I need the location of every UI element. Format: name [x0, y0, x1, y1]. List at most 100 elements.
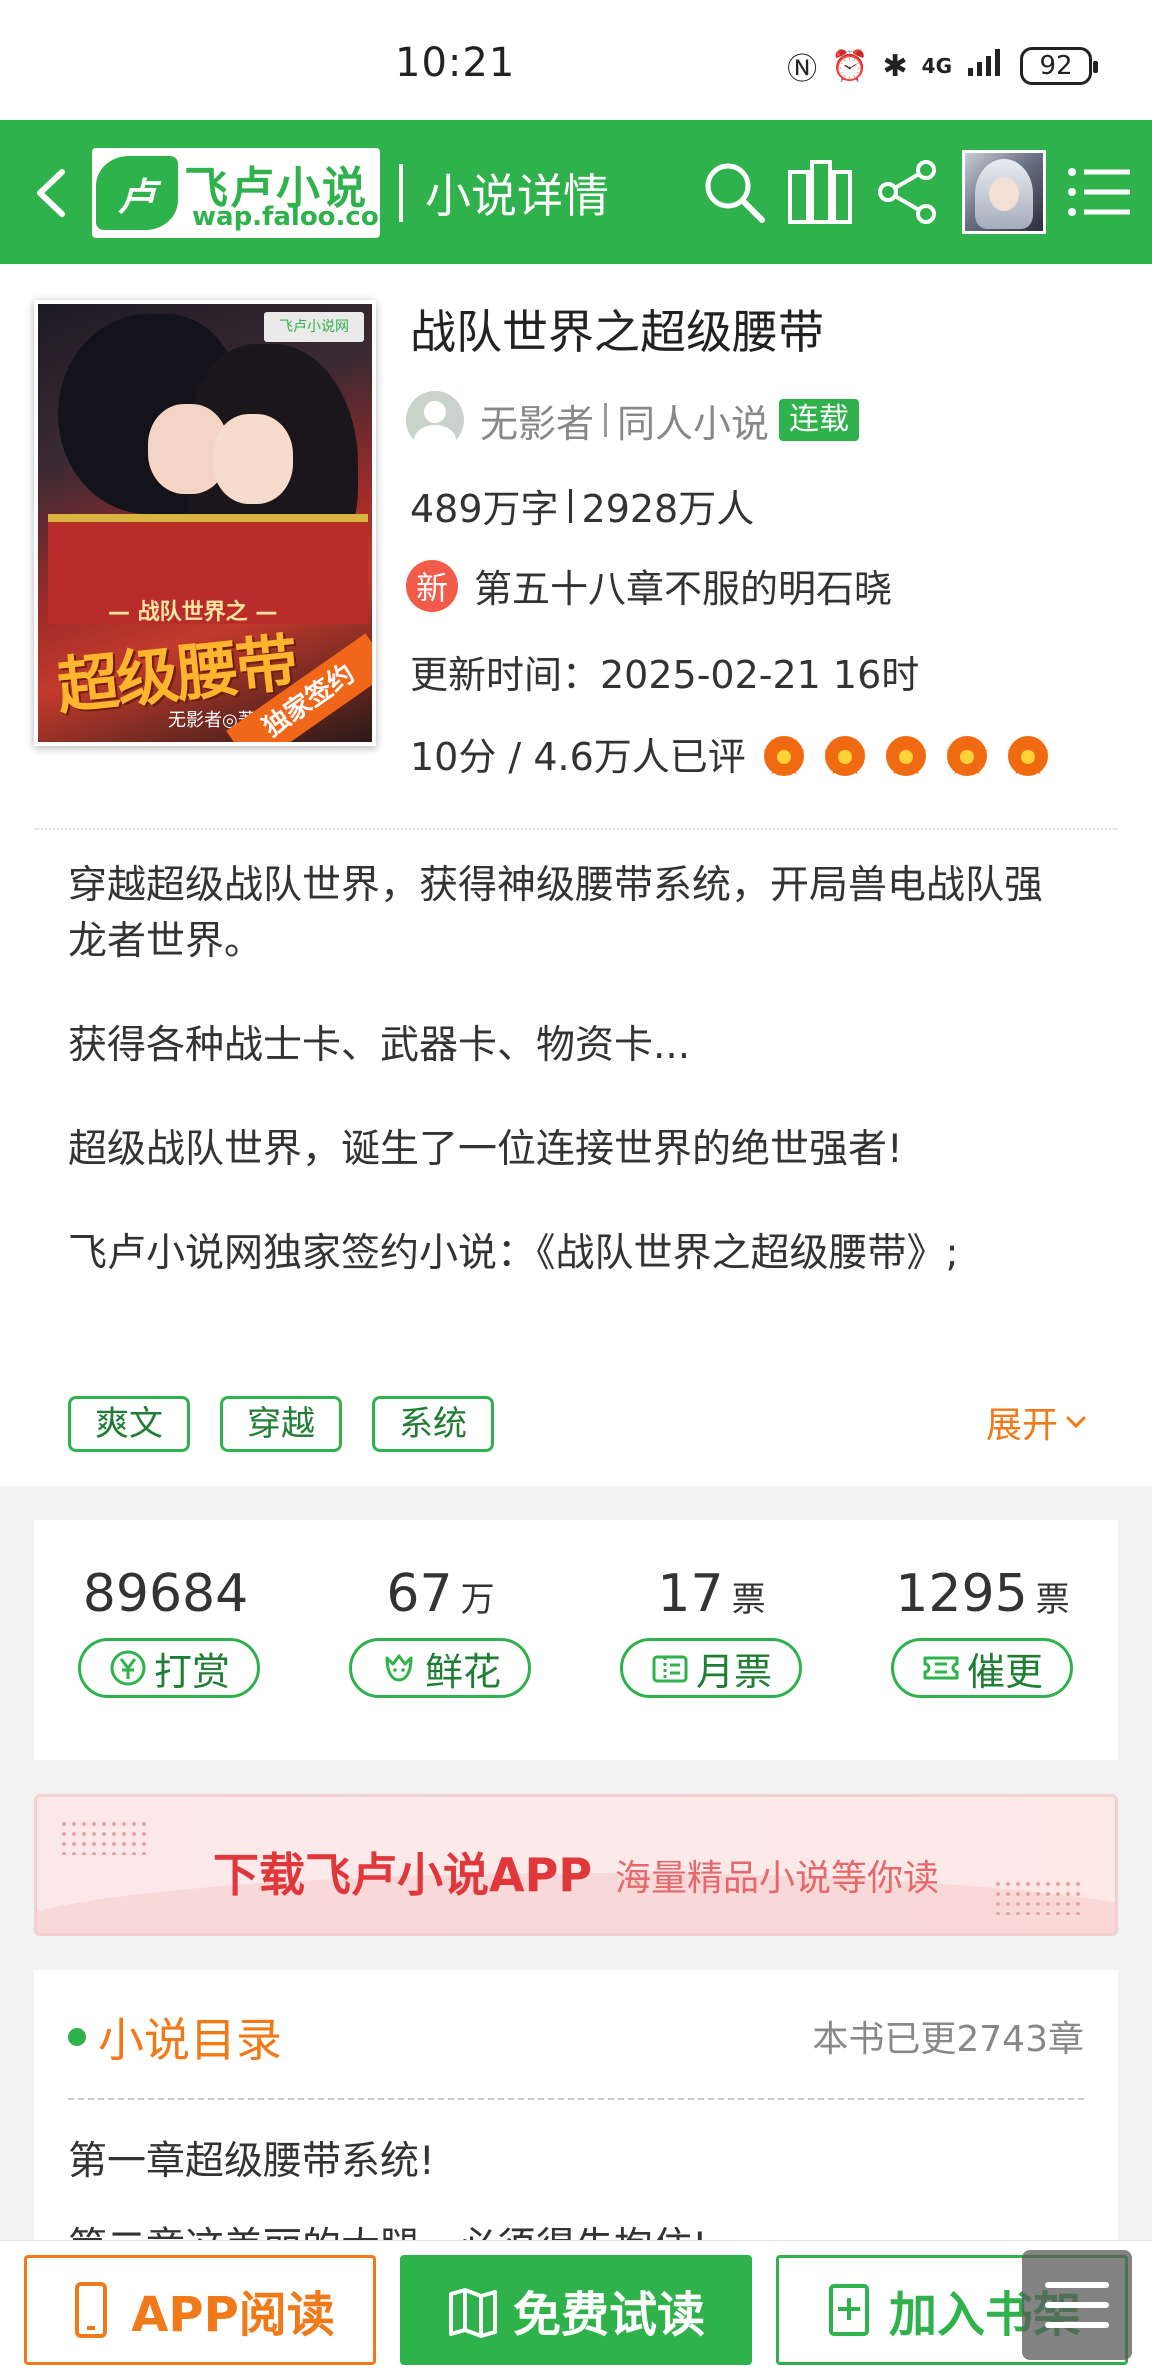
book-cover[interactable]: 飞卢小说网 — 战队世界之 — 超级腰带 无影者◎著 独家签约 [34, 300, 376, 746]
page-title: 小说详情 [425, 169, 609, 223]
author-row: 无影者 同人小说 连载 [406, 390, 860, 450]
vote-reward: 89684 打赏 [34, 1520, 305, 1760]
free-read-label: 免费试读 [512, 2287, 705, 2343]
vote-unit: 票 [731, 1580, 766, 1620]
battery-level: 92 [1039, 51, 1073, 81]
banner-decoration [59, 1819, 149, 1855]
separator [604, 403, 608, 437]
urge-ticket-icon [923, 1656, 959, 1680]
star-icon [763, 734, 805, 776]
vote-value: 17 [657, 1564, 724, 1624]
author-name[interactable]: 无影者 [480, 393, 594, 448]
vote-unit: 万 [460, 1580, 495, 1620]
latest-chapter[interactable]: 第五十八章不服的明石晓 [474, 558, 892, 613]
flower-button[interactable]: 鲜花 [349, 1638, 531, 1698]
vote-panel: 89684 打赏 67 万 鲜花 17 票 月票 1295 票 催更 [34, 1520, 1118, 1760]
floating-menu-button[interactable] [1022, 2250, 1132, 2360]
banner-decoration [993, 1879, 1083, 1915]
word-count: 489万字 [410, 487, 559, 531]
banner-title: 下载飞卢小说APP [213, 1848, 593, 1902]
rating-row: 10分 / 4.6万人已评 [410, 726, 1065, 781]
user-avatar[interactable] [962, 150, 1046, 234]
book-category[interactable]: 同人小说 [617, 393, 769, 448]
intro-paragraph: 超级战队世界，诞生了一位连接世界的绝世强者! [68, 1127, 903, 1172]
reward-button[interactable]: 打赏 [78, 1638, 260, 1698]
urge-update-button[interactable]: 催更 [891, 1638, 1073, 1698]
vote-count: 17 票 [576, 1564, 847, 1624]
add-book-icon [828, 2284, 869, 2336]
toc-divider [68, 2098, 1084, 2100]
expand-button[interactable]: 展开 [986, 1396, 1094, 1448]
battery-icon: 92 [1020, 47, 1098, 85]
vibrate-icon: ✱ [882, 48, 908, 84]
avatar-face [989, 177, 1019, 211]
site-logo[interactable]: 卢 飞卢小说 wap.faloo.com [92, 148, 406, 238]
vote-unit: 票 [1035, 1580, 1070, 1620]
download-app-banner[interactable]: 下载飞卢小说APP 海量精品小说等你读 [34, 1794, 1118, 1936]
book-detail: 飞卢小说网 — 战队世界之 — 超级腰带 无影者◎著 独家签约 战队世界之超级腰… [0, 264, 1152, 1486]
vote-count: 89684 [34, 1564, 305, 1624]
status-bar: 10:21 Ⓝ ⏰ ✱ 4G 92 [0, 0, 1152, 120]
logo-mark: 卢 [96, 156, 178, 230]
back-icon[interactable] [22, 158, 82, 228]
author-avatar[interactable] [406, 391, 464, 449]
alarm-icon: ⏰ [831, 48, 869, 84]
vote-monthly: 17 票 月票 [576, 1520, 847, 1760]
star-icon [885, 734, 927, 776]
monthly-ticket-button[interactable]: 月票 [620, 1638, 802, 1698]
status-icons: Ⓝ ⏰ ✱ 4G 92 [787, 44, 1098, 88]
vote-value: 67 [386, 1564, 453, 1624]
intro-paragraph: 飞卢小说网独家签约小说：《战队世界之超级腰带》; [68, 1231, 959, 1276]
nfc-icon: Ⓝ [787, 52, 818, 87]
open-book-icon [448, 2288, 497, 2338]
separator [568, 488, 572, 523]
yen-icon [110, 1650, 146, 1686]
bookshelf-icon[interactable] [784, 156, 856, 228]
toc-title[interactable]: 小说目录 [98, 2004, 282, 2070]
banner-subtitle: 海量精品小说等你读 [615, 1858, 940, 1899]
menu-icon[interactable] [1064, 156, 1136, 228]
status-badge: 连载 [779, 399, 860, 441]
book-intro: 穿越超级战队世界，获得神级腰带系统，开局兽电战队强龙者世界。 获得各种战士卡、武… [68, 858, 1078, 1330]
signal-icon [966, 46, 1006, 86]
network-label: 4G [921, 54, 952, 78]
app-read-label: APP阅读 [131, 2287, 335, 2343]
share-icon[interactable] [872, 156, 944, 228]
vote-urge: 1295 票 催更 [847, 1520, 1118, 1760]
bottom-action-bar: APP阅读 免费试读 加入书架 [0, 2240, 1152, 2376]
book-stats: 489万字 2928万人 [410, 478, 754, 533]
latest-chapter-row[interactable]: 新 第五十八章不服的明石晓 [406, 558, 892, 613]
tag[interactable]: 爽文 [68, 1396, 190, 1452]
calendar-ticket-icon [652, 1655, 688, 1683]
vote-count: 67 万 [305, 1564, 576, 1624]
vote-flower: 67 万 鲜花 [305, 1520, 576, 1760]
chapter-item[interactable]: 第一章超级腰带系统! [68, 2130, 435, 2186]
toc-chapter-count[interactable]: 本书已更2743章 [812, 2010, 1084, 2062]
menu-line [1045, 2322, 1109, 2328]
tag[interactable]: 系统 [372, 1396, 494, 1452]
vote-label: 打赏 [153, 1649, 230, 1694]
search-icon[interactable] [698, 156, 770, 228]
intro-paragraph: 穿越超级战队世界，获得神级腰带系统，开局兽电战队强龙者世界。 [68, 863, 1044, 964]
vote-value: 1295 [895, 1564, 1028, 1624]
rating-text: 10分 / 4.6万人已评 [410, 735, 746, 779]
star-icon [824, 734, 866, 776]
cover-art [213, 414, 293, 504]
logo-url: wap.faloo.com [192, 202, 406, 232]
star-icon [1007, 734, 1049, 776]
menu-line [1045, 2282, 1109, 2288]
new-badge: 新 [406, 559, 458, 612]
flower-icon [385, 1654, 413, 1682]
book-title: 战队世界之超级腰带 [410, 305, 824, 359]
tag-list: 爽文 穿越 系统 [68, 1396, 494, 1452]
phone-icon [75, 2282, 108, 2338]
app-read-button[interactable]: APP阅读 [24, 2255, 376, 2365]
section-divider [34, 828, 1118, 830]
vote-count: 1295 票 [847, 1564, 1118, 1624]
star-icon [946, 734, 988, 776]
free-read-button[interactable]: 免费试读 [400, 2255, 752, 2365]
tag[interactable]: 穿越 [220, 1396, 342, 1452]
chevron-down-icon [1066, 1416, 1086, 1429]
rating-stars [760, 730, 1065, 778]
vote-label: 月票 [695, 1649, 772, 1694]
